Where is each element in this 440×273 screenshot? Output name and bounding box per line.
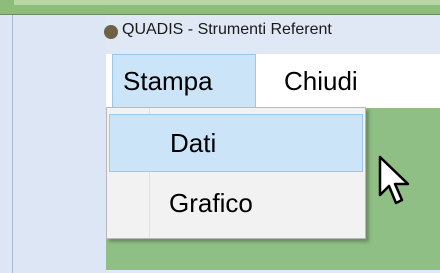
- app-window: QUADIS - Strumenti Referent Stampa Chiud…: [104, 15, 440, 273]
- stampa-dropdown-menu: Dati Grafico: [106, 107, 366, 239]
- menu-chiudi[interactable]: Chiudi: [274, 54, 368, 108]
- outer-top-bar-highlight: [14, 0, 440, 5]
- menu-item-dati[interactable]: Dati: [109, 114, 363, 172]
- app-icon: [104, 25, 118, 39]
- menu-stampa[interactable]: Stampa: [112, 54, 256, 108]
- menu-item-grafico[interactable]: Grafico: [109, 174, 363, 232]
- menu-bar: Stampa Chiudi: [106, 53, 440, 108]
- mouse-pointer-icon: [378, 155, 410, 205]
- outer-top-bar: [0, 0, 440, 15]
- window-title: QUADIS - Strumenti Referent: [122, 21, 332, 38]
- title-bar: QUADIS - Strumenti Referent: [104, 15, 440, 53]
- outer-left-strip: [0, 15, 13, 273]
